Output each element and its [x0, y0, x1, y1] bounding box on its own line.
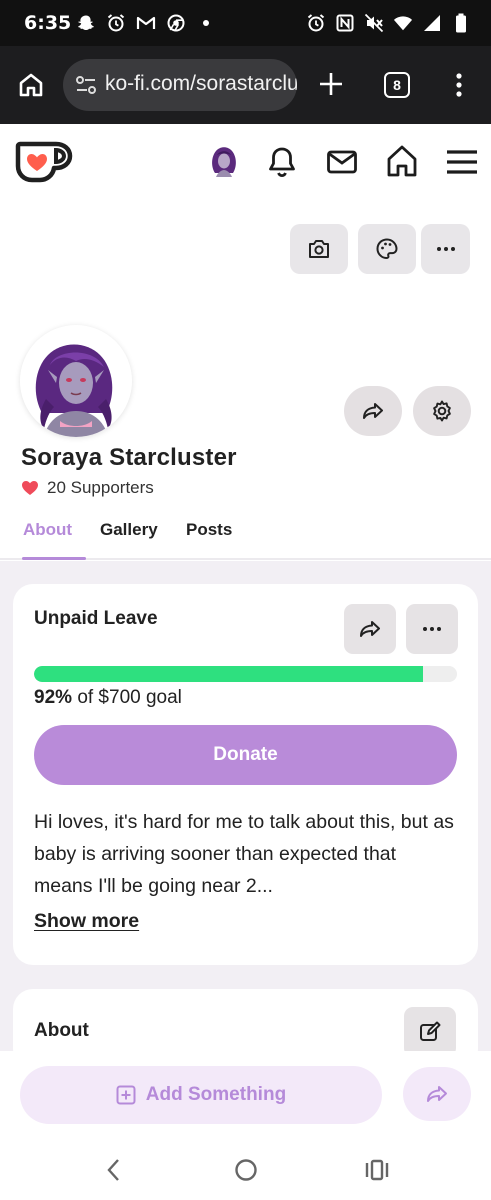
new-tab-icon[interactable]: [318, 71, 344, 97]
more-dots-icon: [436, 247, 455, 251]
floating-share-button[interactable]: [403, 1067, 471, 1121]
hamburger-icon[interactable]: [446, 148, 478, 180]
browser-menu-icon[interactable]: [450, 71, 468, 99]
goal-progress-bar: [34, 666, 457, 682]
edit-icon: [420, 1021, 441, 1041]
nfc-icon: [335, 13, 355, 33]
goal-title: Unpaid Leave: [34, 608, 158, 629]
tab-gallery[interactable]: Gallery: [100, 520, 158, 540]
palette-icon: [376, 238, 398, 260]
recents-icon[interactable]: [364, 1157, 390, 1183]
battery-icon: [451, 13, 471, 33]
mail-icon[interactable]: [326, 146, 358, 178]
profile-tabs: About Gallery Posts: [0, 510, 491, 560]
bottom-action-bar: Add Something: [0, 1051, 491, 1141]
active-tab-indicator: [22, 557, 86, 560]
about-title: About: [34, 1020, 89, 1041]
browser-home-icon[interactable]: [16, 70, 46, 100]
tab-about[interactable]: About: [23, 520, 72, 540]
goal-text: 92% of $700 goal: [34, 687, 182, 709]
kofi-logo[interactable]: [14, 138, 74, 184]
edit-about-button[interactable]: [404, 1007, 456, 1057]
share-icon: [363, 403, 383, 419]
url-text: ko-fi.com/sorastarcluster: [105, 72, 297, 95]
supporters-count: 20 Supporters: [21, 478, 154, 498]
status-time: 6:35: [24, 12, 72, 34]
settings-button[interactable]: [413, 386, 471, 436]
home-icon[interactable]: [386, 144, 418, 177]
add-something-button[interactable]: Add Something: [20, 1066, 382, 1124]
more-dots-icon: [423, 627, 441, 631]
browser-toolbar: ko-fi.com/sorastarcluster 8: [0, 46, 491, 124]
camera-icon: [309, 240, 329, 258]
goal-share-button[interactable]: [344, 604, 396, 654]
share-icon: [427, 1086, 447, 1102]
bell-icon[interactable]: [266, 146, 298, 178]
wifi-icon: [393, 13, 413, 33]
add-square-icon: [116, 1085, 136, 1105]
supporters-label: 20 Supporters: [47, 478, 154, 497]
show-more-link[interactable]: Show more: [34, 910, 139, 933]
dot-icon: [196, 13, 216, 33]
snapchat-icon: [76, 13, 96, 33]
profile-avatar: [20, 325, 132, 437]
chrome-icon: [166, 13, 186, 33]
alarm-icon: [306, 13, 326, 33]
share-icon: [360, 621, 380, 637]
home-circle-icon[interactable]: [233, 1157, 259, 1183]
more-options-button[interactable]: [421, 224, 470, 274]
system-nav-bar: [0, 1141, 491, 1200]
goal-more-button[interactable]: [406, 604, 458, 654]
camera-button[interactable]: [290, 224, 348, 274]
tab-switcher-button[interactable]: 8: [384, 72, 410, 98]
heart-icon: [22, 481, 38, 495]
status-bar: 6:35: [0, 0, 491, 46]
gmail-icon: [136, 13, 156, 33]
donate-button[interactable]: Donate: [34, 725, 457, 785]
goal-description: Hi loves, it's hard for me to talk about…: [34, 811, 454, 897]
theme-button[interactable]: [358, 224, 416, 274]
address-bar[interactable]: ko-fi.com/sorastarcluster: [63, 59, 297, 111]
tab-posts[interactable]: Posts: [186, 520, 232, 540]
content-area: Unpaid Leave 92% of $700 goal Donate Hi …: [0, 561, 491, 1069]
goal-progress-fill: [34, 666, 424, 682]
profile-name: Soraya Starcluster: [21, 444, 237, 471]
site-header: [0, 124, 491, 202]
site-settings-icon[interactable]: [75, 74, 97, 96]
signal-icon: [422, 13, 442, 33]
mute-icon: [364, 13, 384, 33]
add-something-label: Add Something: [145, 1084, 287, 1105]
alarm-icon: [106, 13, 126, 33]
header-avatar[interactable]: [207, 143, 241, 181]
goal-card: Unpaid Leave 92% of $700 goal Donate Hi …: [13, 584, 478, 965]
goal-percent: 92%: [34, 687, 73, 708]
share-profile-button[interactable]: [344, 386, 402, 436]
gear-icon: [433, 400, 451, 422]
goal-suffix: of $700 goal: [77, 687, 182, 708]
back-icon[interactable]: [101, 1157, 127, 1183]
